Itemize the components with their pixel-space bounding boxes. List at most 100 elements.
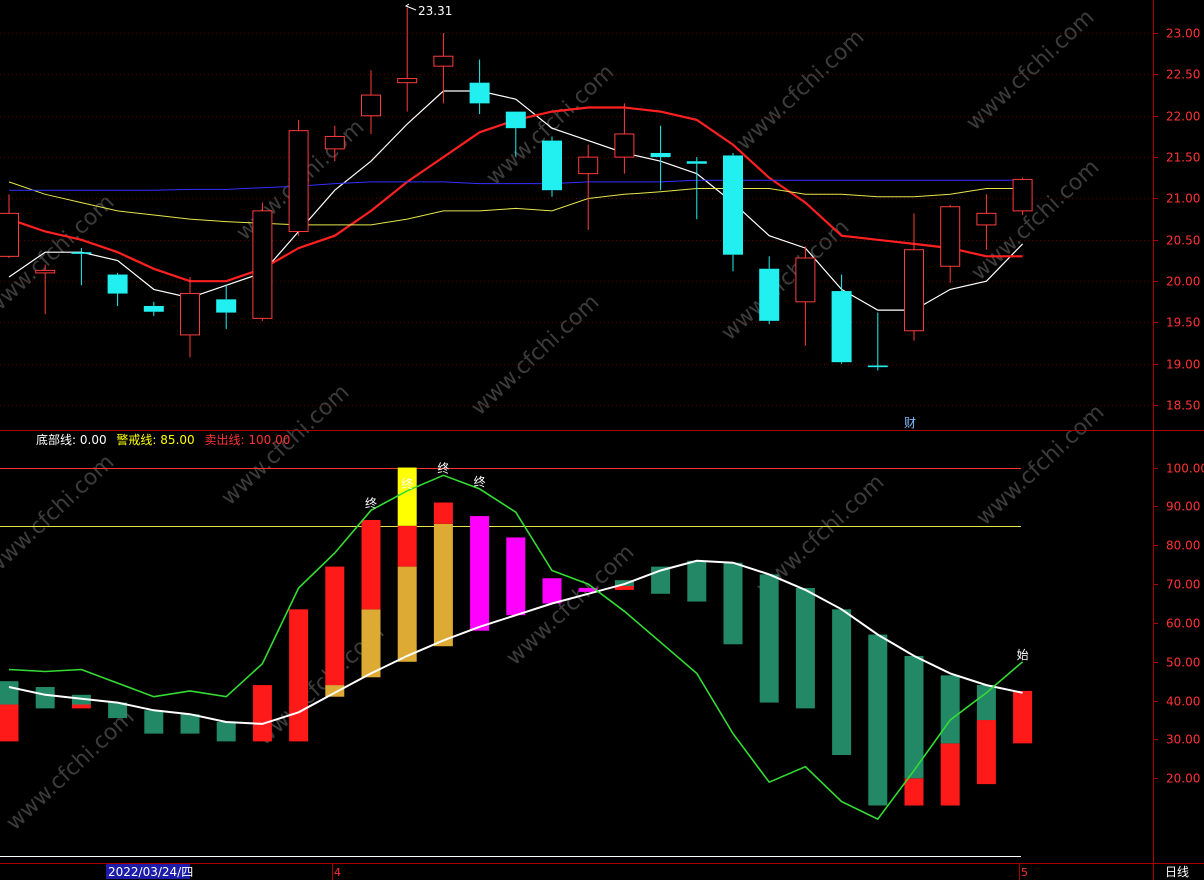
candle-body-down[interactable] xyxy=(71,252,92,254)
legend-bottom-label: 底部线: xyxy=(36,433,77,447)
price-axis-label: 23.00 xyxy=(1166,27,1200,41)
month-marker-may: 5 xyxy=(1021,866,1028,879)
candle-body-up[interactable] xyxy=(180,293,200,336)
watermark-text: www.cfchi.com xyxy=(467,290,605,421)
price-axis-label: 18.50 xyxy=(1166,399,1200,413)
candle-body-down[interactable] xyxy=(759,268,780,321)
indicator-bar-segment xyxy=(433,523,453,647)
indicator-bar-segment xyxy=(397,566,417,662)
moving-average-line xyxy=(9,179,1023,191)
indicator-bar-segment xyxy=(252,685,272,742)
indicator-bar-segment xyxy=(470,516,490,631)
price-axis-label: 20.50 xyxy=(1166,234,1200,248)
candle-body-down[interactable] xyxy=(107,274,128,294)
indicator-bar-segment xyxy=(0,681,19,705)
price-axis-label: 19.00 xyxy=(1166,358,1200,372)
price-axis-label: 21.00 xyxy=(1166,192,1200,206)
candle-body-up[interactable] xyxy=(361,94,381,117)
indicator-axis-label: 50.00 xyxy=(1166,656,1200,670)
indicator-bar-segment xyxy=(795,587,815,709)
legend-sell-line: 卖出线: 100.00 xyxy=(204,433,290,447)
indicator-signal-label: 终 xyxy=(365,495,377,510)
indicator-axis-label: 40.00 xyxy=(1166,695,1200,709)
indicator-signal-label: 终 xyxy=(437,460,449,475)
candle-body-down[interactable] xyxy=(686,161,707,164)
price-axis-label: 19.50 xyxy=(1166,316,1200,330)
indicator-bar-segment xyxy=(832,609,852,755)
watermark-text: www.cfchi.com xyxy=(0,450,119,581)
indicator-bar-segment xyxy=(868,634,888,806)
indicator-bar-segment xyxy=(940,675,960,744)
watermark-text: www.cfchi.com xyxy=(2,705,140,836)
candle-body-down[interactable] xyxy=(650,152,671,158)
indicator-axis-label: 30.00 xyxy=(1166,733,1200,747)
candle-body-down[interactable] xyxy=(216,299,237,313)
candle-body-up[interactable] xyxy=(976,212,997,226)
legend-bottom-value: 0.00 xyxy=(79,433,107,447)
indicator-bar-segment xyxy=(289,609,309,742)
candle-body-down[interactable] xyxy=(867,365,888,368)
indicator-bar-segment xyxy=(506,537,526,616)
candle-body-up[interactable] xyxy=(795,257,816,303)
indicator-bar-segment xyxy=(0,704,19,742)
candle-body-up[interactable] xyxy=(904,249,924,332)
candle-body-up[interactable] xyxy=(0,212,19,257)
legend-sell-label: 卖出线: xyxy=(204,433,245,447)
indicator-bar-segment xyxy=(35,687,55,709)
indicator-bar-segment xyxy=(687,560,707,602)
legend-warning-line: 警戒线: 85.00 xyxy=(116,433,198,447)
indicator-axis-label: 60.00 xyxy=(1166,617,1200,631)
indicator-signal-label: 始 xyxy=(1017,648,1029,662)
indicator-bar-segment xyxy=(1013,690,1033,744)
price-axis-label: 20.00 xyxy=(1166,275,1200,289)
indicator-bar-segment xyxy=(542,578,562,604)
indicator-legend: 底部线: 0.00 警戒线: 85.00 卖出线: 100.00 xyxy=(36,431,296,448)
indicator-axis-label: 100.00 xyxy=(1166,462,1204,476)
indicator-bar-segment xyxy=(759,574,779,703)
price-axis: 23.00 22.50 22.00 21.50 21.00 20.50 20.00 19.50… xyxy=(1153,27,1200,413)
candle-body-up[interactable] xyxy=(35,269,56,274)
indicator-bar-segment xyxy=(904,778,924,806)
price-candles xyxy=(0,7,1033,371)
candle-body-down[interactable] xyxy=(831,291,852,363)
indicator-bar-segment xyxy=(325,685,345,697)
indicator-bars xyxy=(0,467,1033,806)
watermark-text: www.cfchi.com xyxy=(962,5,1100,136)
indicator-bar-segment xyxy=(397,525,417,567)
period-label[interactable]: 日线 xyxy=(1165,865,1189,879)
candle-body-up[interactable] xyxy=(252,210,273,319)
legend-bottom-line: 底部线: 0.00 xyxy=(36,433,110,447)
indicator-signal-label: 终 xyxy=(474,474,486,489)
candle-body-up[interactable] xyxy=(397,78,418,84)
legend-warning-label: 警戒线: xyxy=(116,433,157,447)
candle-body-up[interactable] xyxy=(1012,178,1033,212)
candle-body-up[interactable] xyxy=(940,206,961,267)
candle-body-up[interactable] xyxy=(288,130,309,233)
high-price-label: 23.31 xyxy=(418,4,452,18)
indicator-bar-segment xyxy=(325,566,345,686)
candle-body-down[interactable] xyxy=(143,305,164,312)
indicator-axis-label: 80.00 xyxy=(1166,539,1200,553)
indicator-axis: 100.00 90.00 80.00 70.00 60.00 50.00 40.00 30.0… xyxy=(1153,462,1204,786)
indicator-axis-label: 70.00 xyxy=(1166,578,1200,592)
indicator-bar-segment xyxy=(180,714,200,734)
indicator-bar-segment xyxy=(71,704,91,709)
indicator-bar-segment xyxy=(940,743,960,806)
indicator-bar-segment xyxy=(216,721,236,742)
candle-body-up[interactable] xyxy=(578,156,599,175)
indicator-bar-segment xyxy=(361,519,381,610)
indicator-bar-segment xyxy=(976,685,996,721)
legend-sell-value: 100.00 xyxy=(248,433,291,447)
candle-body-up[interactable] xyxy=(324,135,345,150)
candle-body-down[interactable] xyxy=(469,82,490,104)
indicator-bar-segment xyxy=(723,562,743,645)
event-marker-cai[interactable]: 财 xyxy=(904,416,916,430)
candle-body-down[interactable] xyxy=(505,111,526,129)
candle-body-up[interactable] xyxy=(614,133,635,158)
candle-body-up[interactable] xyxy=(433,55,454,67)
candle-body-down[interactable] xyxy=(542,140,562,191)
price-axis-label: 22.00 xyxy=(1166,110,1200,124)
candle-body-down[interactable] xyxy=(723,155,743,255)
indicator-axis-label: 20.00 xyxy=(1166,772,1200,786)
indicator-bar-segment xyxy=(144,710,164,734)
